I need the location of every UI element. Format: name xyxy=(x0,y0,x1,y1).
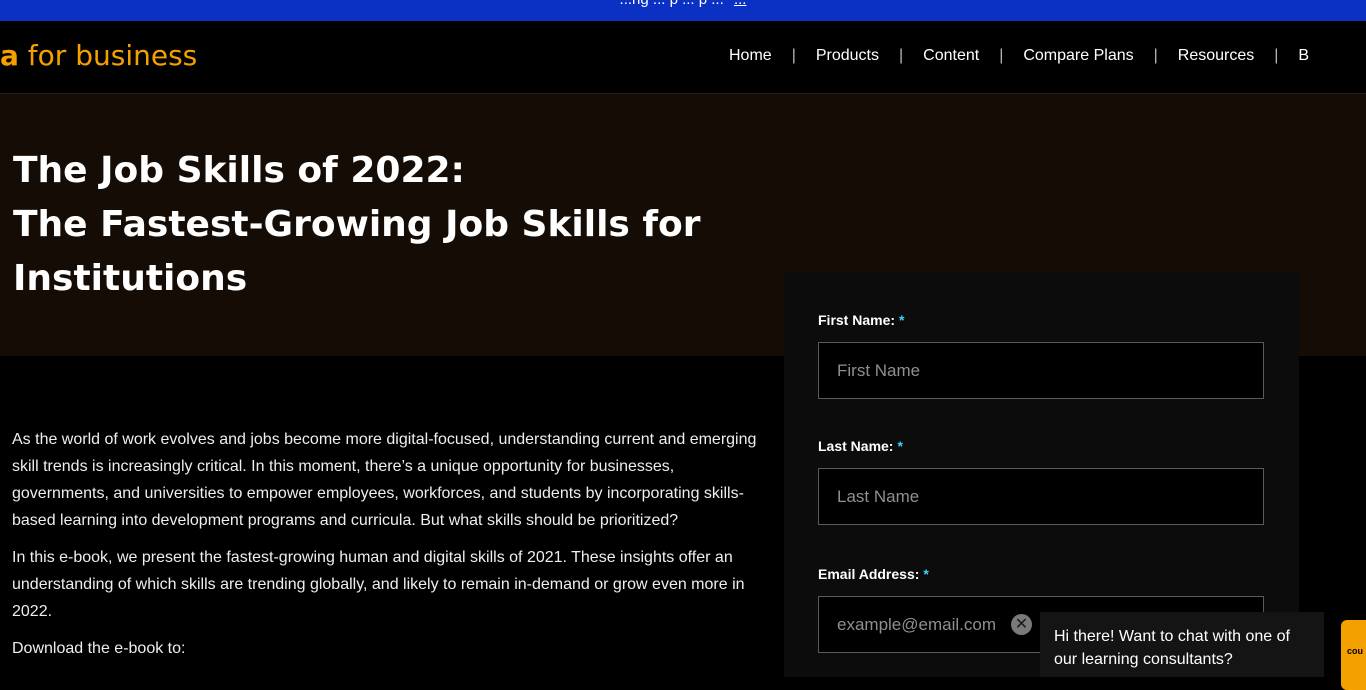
brand-logo-mark: a xyxy=(0,39,19,72)
required-marker: * xyxy=(899,312,905,328)
chat-prompt-text: Hi there! Want to chat with one of our l… xyxy=(1054,628,1290,668)
nav-item-home[interactable]: Home xyxy=(729,47,772,65)
nav-divider: | xyxy=(999,47,1004,64)
page-title-line-3: Institutions xyxy=(13,258,248,299)
nav-divider: | xyxy=(1153,47,1158,64)
top-navigation: a for business Home | Products | Content… xyxy=(0,21,1366,94)
ebook-summary-paragraph: In this e-book, we present the fastest-g… xyxy=(12,549,745,620)
nav-item-resources[interactable]: Resources xyxy=(1178,47,1254,65)
announcement-bar: ...ng ... p ... p ... ... xyxy=(0,0,1366,21)
nav-item-products[interactable]: Products xyxy=(816,47,879,65)
nav-divider: | xyxy=(791,47,796,64)
page-title-line-2: The Fastest-Growing Job Skills for xyxy=(13,204,701,245)
last-name-label-text: Last Name: xyxy=(818,438,894,454)
first-name-label: First Name: * xyxy=(818,312,904,328)
chat-prompt-bubble[interactable]: Hi there! Want to chat with one of our l… xyxy=(1040,612,1324,677)
page-title-line-1: The Job Skills of 2022: xyxy=(13,150,465,191)
page-title: The Job Skills of 2022: The Fastest-Grow… xyxy=(13,144,733,306)
nav-item-content[interactable]: Content xyxy=(923,47,979,65)
intro-paragraph: As the world of work evolves and jobs be… xyxy=(12,431,757,529)
announcement-message: ...ng ... p ... p ... xyxy=(620,0,724,8)
required-marker: * xyxy=(897,438,903,454)
brand-logo-text: for business xyxy=(18,39,198,72)
chat-close-icon[interactable]: ✕ xyxy=(1011,614,1032,635)
last-name-label: Last Name: * xyxy=(818,438,903,454)
ebook-description: As the world of work evolves and jobs be… xyxy=(12,426,757,672)
announcement-link[interactable]: ... xyxy=(734,0,747,8)
announcement-text: ...ng ... p ... p ... ... xyxy=(0,0,1366,8)
email-label-text: Email Address: xyxy=(818,566,920,582)
required-marker: * xyxy=(923,566,929,582)
download-intro: Download the e-book to: xyxy=(12,640,186,657)
nav-item-compare-plans[interactable]: Compare Plans xyxy=(1023,47,1133,65)
email-label: Email Address: * xyxy=(818,566,929,582)
first-name-label-text: First Name: xyxy=(818,312,896,328)
last-name-field[interactable] xyxy=(818,468,1264,525)
nav-item-truncated[interactable]: B xyxy=(1298,47,1309,65)
first-name-field[interactable] xyxy=(818,342,1264,399)
brand-logo[interactable]: a for business xyxy=(0,39,197,72)
chat-launcher-button[interactable]: cou xyxy=(1341,620,1366,690)
nav-divider: | xyxy=(1274,47,1279,64)
nav-links: Home | Products | Content | Compare Plan… xyxy=(729,47,1309,65)
chat-launcher-label: cou xyxy=(1347,646,1364,656)
nav-divider: | xyxy=(898,47,904,64)
